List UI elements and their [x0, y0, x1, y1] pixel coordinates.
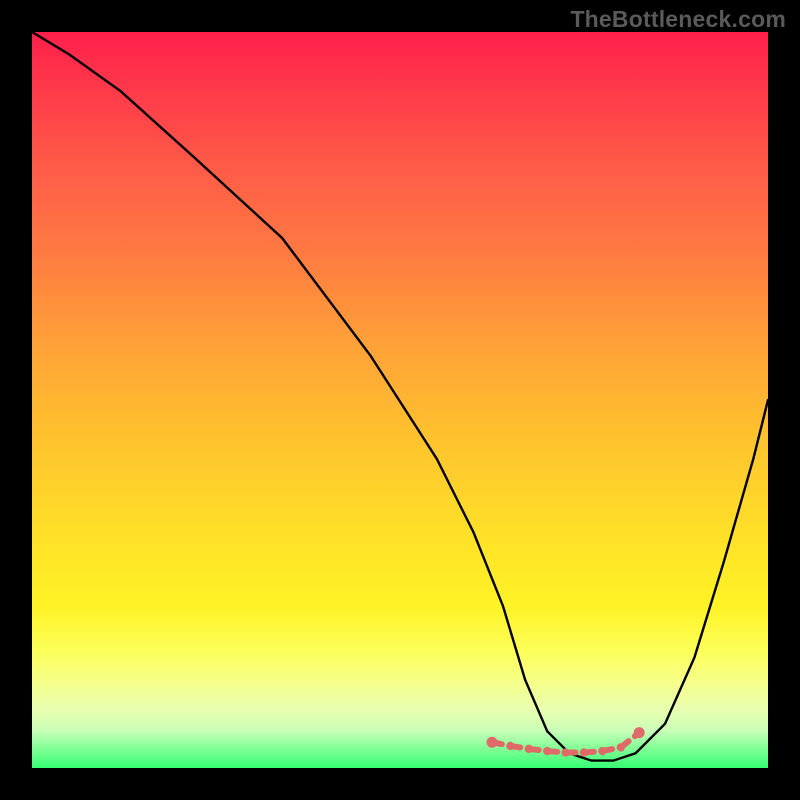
chart-svg: [32, 32, 768, 768]
watermark-text: TheBottleneck.com: [570, 6, 786, 33]
marker-dot: [634, 727, 645, 738]
bottleneck-curve-path: [32, 32, 768, 761]
chart-plot-area: [32, 32, 768, 768]
marker-group: [487, 727, 645, 757]
